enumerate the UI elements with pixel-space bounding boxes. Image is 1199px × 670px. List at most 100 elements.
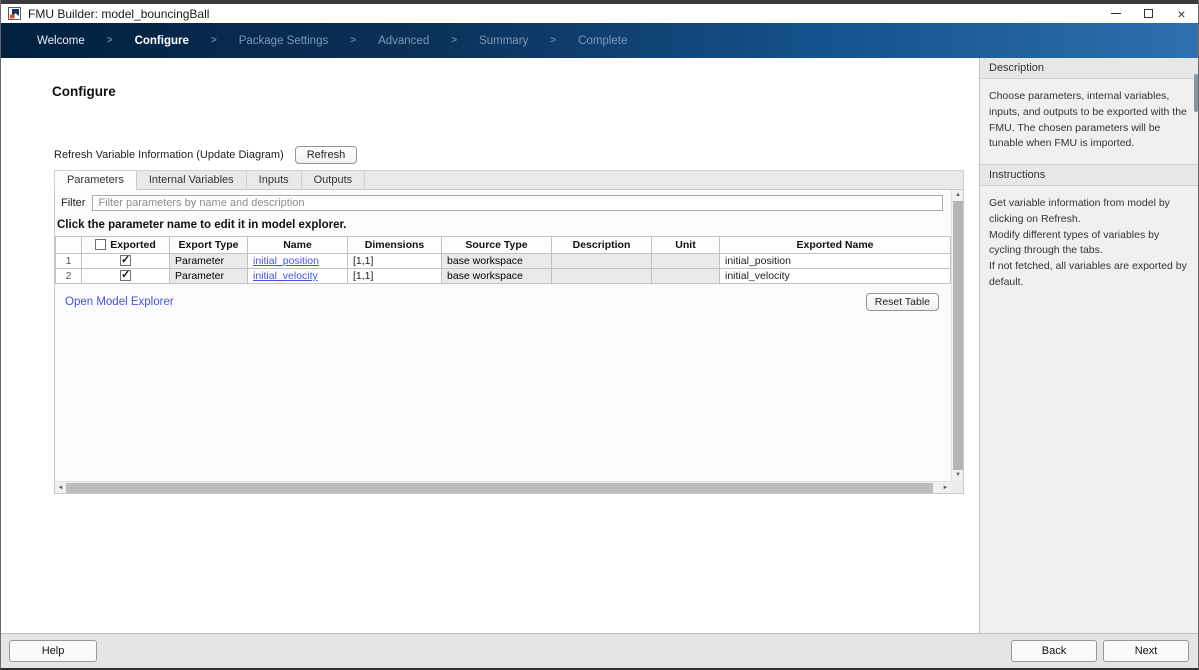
tab-internal-variables[interactable]: Internal Variables	[137, 171, 247, 189]
exported-checkbox[interactable]: ✓	[120, 255, 131, 266]
table-hint: Click the parameter name to edit it in m…	[57, 219, 963, 231]
cell-unit	[652, 269, 720, 284]
footer-bar: Help Back Next	[1, 633, 1198, 668]
col-unit: Unit	[652, 237, 720, 254]
cell-index: 2	[56, 269, 82, 284]
filter-label: Filter	[61, 197, 85, 209]
title-bar: FMU Builder: model_bouncingBall ×	[1, 4, 1198, 23]
back-button[interactable]: Back	[1011, 640, 1097, 662]
scroll-up-icon[interactable]: ▲	[952, 190, 964, 201]
parameters-table: Exported Export Type Name Dimensions Sou…	[55, 236, 951, 284]
help-button[interactable]: Help	[9, 640, 97, 662]
nav-step-package-settings[interactable]: Package Settings	[239, 35, 329, 47]
exported-checkbox[interactable]: ✓	[120, 270, 131, 281]
cell-unit	[652, 254, 720, 269]
cell-index: 1	[56, 254, 82, 269]
wizard-nav: Welcome > Configure > Package Settings >…	[1, 23, 1198, 58]
parameters-panel: Filter Click the parameter name to edit …	[54, 189, 964, 494]
minimize-button[interactable]	[1099, 4, 1132, 23]
filter-input[interactable]	[92, 195, 943, 211]
tab-bar: Parameters Internal Variables Inputs Out…	[54, 170, 964, 189]
nav-separator-icon: >	[211, 35, 217, 46]
parameter-name-link[interactable]: initial_velocity	[253, 270, 318, 282]
scroll-right-icon[interactable]: ►	[940, 482, 951, 494]
nav-separator-icon: >	[550, 35, 556, 46]
cell-name: initial_velocity	[248, 269, 348, 284]
cell-source-type: base workspace	[442, 254, 552, 269]
col-name: Name	[248, 237, 348, 254]
col-row-number	[56, 237, 82, 254]
nav-separator-icon: >	[451, 35, 457, 46]
help-sidebar: Description Choose parameters, internal …	[979, 58, 1199, 635]
cell-description	[552, 269, 652, 284]
col-description: Description	[552, 237, 652, 254]
tab-outputs[interactable]: Outputs	[302, 171, 366, 189]
cell-exported: ✓	[82, 254, 170, 269]
col-dimensions: Dimensions	[348, 237, 442, 254]
nav-separator-icon: >	[350, 35, 356, 46]
select-all-checkbox[interactable]	[95, 239, 106, 250]
nav-step-advanced[interactable]: Advanced	[378, 35, 429, 47]
window-controls: ×	[1099, 4, 1198, 23]
scroll-down-icon[interactable]: ▼	[952, 470, 964, 481]
variables-tab-pane: Parameters Internal Variables Inputs Out…	[54, 170, 964, 494]
filter-row: Filter	[61, 195, 943, 211]
col-source-type: Source Type	[442, 237, 552, 254]
scroll-left-icon[interactable]: ◄	[55, 482, 66, 494]
col-export-type: Export Type	[170, 237, 248, 254]
instruction-line: If not fetched, all variables are export…	[989, 259, 1191, 291]
cell-dimensions: [1,1]	[348, 269, 442, 284]
close-button[interactable]: ×	[1165, 4, 1198, 23]
nav-separator-icon: >	[107, 35, 113, 46]
col-exported-label: Exported	[110, 239, 156, 251]
cell-exported-name[interactable]: initial_velocity	[720, 269, 951, 284]
instructions-section-header: Instructions	[980, 164, 1199, 186]
vertical-scrollbar[interactable]: ▲ ▼	[951, 190, 963, 481]
nav-step-summary[interactable]: Summary	[479, 35, 528, 47]
horizontal-scrollbar-thumb[interactable]	[66, 483, 933, 493]
tab-inputs[interactable]: Inputs	[247, 171, 302, 189]
instruction-line: Get variable information from model by c…	[989, 196, 1191, 228]
vertical-scrollbar-thumb[interactable]	[953, 201, 963, 470]
instructions-text: Get variable information from model by c…	[980, 186, 1199, 303]
instruction-line: Modify different types of variables by c…	[989, 228, 1191, 260]
scrollbar-corner	[951, 481, 963, 493]
check-icon: ✓	[121, 254, 130, 267]
check-icon: ✓	[121, 269, 130, 282]
minimize-icon	[1111, 13, 1121, 14]
nav-step-configure[interactable]: Configure	[135, 35, 189, 47]
app-icon	[8, 7, 21, 20]
fmu-builder-window: FMU Builder: model_bouncingBall × Welcom…	[0, 0, 1199, 670]
cell-dimensions: [1,1]	[348, 254, 442, 269]
cell-exported-name[interactable]: initial_position	[720, 254, 951, 269]
parameter-name-link[interactable]: initial_position	[253, 255, 319, 267]
maximize-icon	[1144, 9, 1153, 18]
sidebar-scrollbar-thumb[interactable]	[1194, 74, 1198, 112]
table-row: 1 ✓ Parameter initial_position [1,1] bas…	[56, 254, 951, 269]
cell-exported: ✓	[82, 269, 170, 284]
refresh-label: Refresh Variable Information (Update Dia…	[54, 149, 284, 161]
reset-table-button[interactable]: Reset Table	[866, 293, 939, 311]
horizontal-scrollbar[interactable]: ◄ ►	[55, 481, 951, 493]
close-icon: ×	[1177, 7, 1185, 21]
cell-name: initial_position	[248, 254, 348, 269]
cell-export-type: Parameter	[170, 269, 248, 284]
nav-step-complete[interactable]: Complete	[578, 35, 627, 47]
description-text: Choose parameters, internal variables, i…	[980, 79, 1199, 164]
next-button[interactable]: Next	[1103, 640, 1189, 662]
cell-source-type: base workspace	[442, 269, 552, 284]
table-header-row: Exported Export Type Name Dimensions Sou…	[56, 237, 951, 254]
open-model-explorer-link[interactable]: Open Model Explorer	[65, 296, 174, 308]
cell-export-type: Parameter	[170, 254, 248, 269]
col-exported: Exported	[82, 237, 170, 254]
col-exported-name: Exported Name	[720, 237, 951, 254]
tab-parameters[interactable]: Parameters	[55, 171, 137, 190]
window-title: FMU Builder: model_bouncingBall	[28, 7, 209, 21]
refresh-row: Refresh Variable Information (Update Dia…	[54, 146, 357, 164]
cell-description	[552, 254, 652, 269]
page-title: Configure	[52, 84, 116, 99]
table-row: 2 ✓ Parameter initial_velocity [1,1] bas…	[56, 269, 951, 284]
nav-step-welcome[interactable]: Welcome	[37, 35, 85, 47]
maximize-button[interactable]	[1132, 4, 1165, 23]
refresh-button[interactable]: Refresh	[295, 146, 358, 164]
